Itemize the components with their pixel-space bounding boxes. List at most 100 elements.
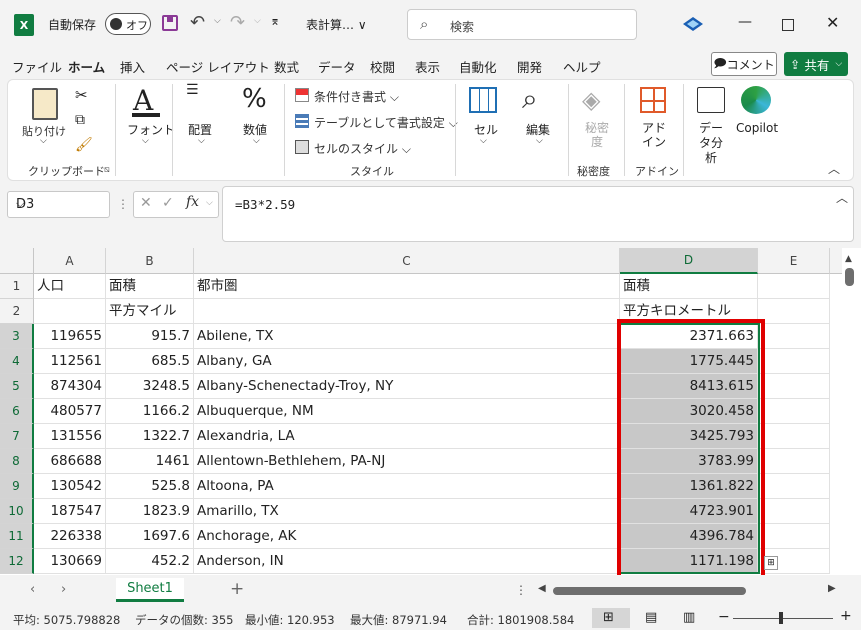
expand-formula-icon[interactable]: ︿ — [836, 189, 848, 206]
cell-c9[interactable]: Altoona, PA — [194, 474, 620, 499]
quick-analysis-icon[interactable]: ⊞ — [764, 556, 778, 570]
cell-e7[interactable] — [758, 424, 830, 449]
maximize-icon[interactable] — [782, 19, 794, 31]
cell-e3[interactable] — [758, 324, 830, 349]
vertical-scrollbar[interactable] — [842, 274, 861, 575]
row-header[interactable]: 4 — [0, 349, 34, 374]
cell-d2[interactable]: 平方キロメートル — [620, 299, 758, 324]
redo-dropdown-icon[interactable]: ⌵ — [254, 16, 261, 26]
enter-icon[interactable]: ✓ — [162, 195, 174, 211]
row-header[interactable]: 1 — [0, 274, 34, 299]
select-all-corner[interactable] — [0, 248, 34, 274]
save-icon[interactable] — [162, 15, 178, 31]
copy-icon[interactable]: ⧉ — [75, 112, 85, 128]
cell-b8[interactable]: 1461 — [106, 449, 194, 474]
dialog-launcher-icon[interactable]: ⧅ — [104, 165, 110, 175]
cell-e6[interactable] — [758, 399, 830, 424]
tab-page-layout[interactable]: ページ レイアウト — [166, 57, 270, 76]
page-layout-view-icon[interactable]: ▤ — [645, 610, 657, 625]
cell-a5[interactable]: 874304 — [34, 374, 106, 399]
addin-icon[interactable] — [640, 87, 666, 113]
cell-b4[interactable]: 685.5 — [106, 349, 194, 374]
cell-a1[interactable]: 人口 — [34, 274, 106, 299]
column-header-c[interactable]: C — [194, 248, 620, 274]
cell-d8[interactable]: 3783.99 — [620, 449, 758, 474]
format-as-table-button[interactable]: テーブルとして書式設定 ⌵ — [314, 114, 458, 131]
row-header[interactable]: 2 — [0, 299, 34, 324]
cell-a4[interactable]: 112561 — [34, 349, 106, 374]
cut-icon[interactable]: ✂ — [75, 86, 88, 104]
zoom-out-icon[interactable]: − — [718, 609, 730, 625]
cell-d12[interactable]: 1171.198 — [620, 549, 758, 574]
undo-dropdown-icon[interactable]: ⌵ — [214, 16, 221, 26]
tab-splitter-icon[interactable]: ⋮ — [515, 583, 527, 597]
cell-a10[interactable]: 187547 — [34, 499, 106, 524]
cell-e9[interactable] — [758, 474, 830, 499]
tab-review[interactable]: 校閲 — [370, 57, 395, 76]
data-analysis-button[interactable]: データ分析 — [696, 121, 726, 166]
cell-a11[interactable]: 226338 — [34, 524, 106, 549]
column-header-a[interactable]: A — [34, 248, 106, 274]
more-options-icon[interactable]: ⋮ — [117, 197, 129, 211]
cell-b2[interactable]: 平方マイル — [106, 299, 194, 324]
insert-function-icon[interactable]: fx — [186, 194, 199, 210]
cell-b5[interactable]: 3248.5 — [106, 374, 194, 399]
copilot-button[interactable]: Copilot — [736, 121, 778, 135]
cell-e4[interactable] — [758, 349, 830, 374]
percent-icon[interactable]: % — [242, 84, 267, 114]
format-painter-icon[interactable]: 🖌 — [75, 137, 93, 153]
column-header-b[interactable]: B — [106, 248, 194, 274]
cell-d5[interactable]: 8413.615 — [620, 374, 758, 399]
cell-c8[interactable]: Allentown-Bethlehem, PA-NJ — [194, 449, 620, 474]
tab-help[interactable]: ヘルプ — [563, 57, 601, 76]
redo-icon[interactable]: ↷ — [230, 12, 245, 33]
cell-b6[interactable]: 1166.2 — [106, 399, 194, 424]
minimize-icon[interactable]: — — [738, 14, 752, 30]
data-analysis-icon[interactable] — [697, 87, 725, 113]
sync-status-icon[interactable] — [680, 14, 706, 34]
cell-a6[interactable]: 480577 — [34, 399, 106, 424]
cell-a2[interactable] — [34, 299, 106, 324]
cell-a8[interactable]: 686688 — [34, 449, 106, 474]
formula-input[interactable]: =B3*2.59 ︿ — [222, 186, 854, 242]
cell-styles-button[interactable]: セルのスタイル ⌵ — [314, 140, 411, 157]
prev-sheet-icon[interactable]: ‹ — [30, 582, 35, 597]
cell-e5[interactable] — [758, 374, 830, 399]
tab-file[interactable]: ファイル — [12, 57, 62, 76]
zoom-slider[interactable] — [733, 618, 833, 619]
cell-b9[interactable]: 525.8 — [106, 474, 194, 499]
cell-a3[interactable]: 119655 — [34, 324, 106, 349]
cell-c7[interactable]: Alexandria, LA — [194, 424, 620, 449]
scroll-up-icon[interactable]: ▲ — [845, 254, 852, 264]
cell-b11[interactable]: 1697.6 — [106, 524, 194, 549]
cell-a12[interactable]: 130669 — [34, 549, 106, 574]
cell-a7[interactable]: 131556 — [34, 424, 106, 449]
cell-e2[interactable] — [758, 299, 830, 324]
cancel-icon[interactable]: ✕ — [140, 195, 152, 211]
name-box[interactable]: D3 ⌵ — [7, 191, 110, 218]
cell-b1[interactable]: 面積 — [106, 274, 194, 299]
zoom-in-icon[interactable]: + — [840, 608, 852, 624]
tab-insert[interactable]: 挿入 — [120, 57, 145, 76]
cell-d10[interactable]: 4723.901 — [620, 499, 758, 524]
cell-c3[interactable]: Abilene, TX — [194, 324, 620, 349]
cell-c4[interactable]: Albany, GA — [194, 349, 620, 374]
row-header[interactable]: 11 — [0, 524, 34, 549]
cells-icon[interactable] — [469, 87, 497, 113]
cell-c11[interactable]: Anchorage, AK — [194, 524, 620, 549]
search-input[interactable]: ⌕ 検索 — [407, 9, 637, 40]
tab-developer[interactable]: 開発 — [517, 57, 542, 76]
paste-icon[interactable] — [32, 88, 58, 120]
horizontal-scroll-thumb[interactable] — [553, 587, 746, 595]
cell-d11[interactable]: 4396.784 — [620, 524, 758, 549]
row-header[interactable]: 10 — [0, 499, 34, 524]
copilot-icon[interactable] — [741, 86, 771, 114]
cell-d7[interactable]: 3425.793 — [620, 424, 758, 449]
find-icon[interactable]: ⌕ — [522, 82, 538, 116]
zoom-slider-thumb[interactable] — [779, 612, 783, 624]
column-header-d[interactable]: D — [620, 248, 758, 274]
cell-b3[interactable]: 915.7 — [106, 324, 194, 349]
collapse-ribbon-icon[interactable]: ︿ — [828, 160, 840, 177]
conditional-format-button[interactable]: 条件付き書式 ⌵ — [314, 88, 399, 105]
row-header[interactable]: 12 — [0, 549, 34, 574]
